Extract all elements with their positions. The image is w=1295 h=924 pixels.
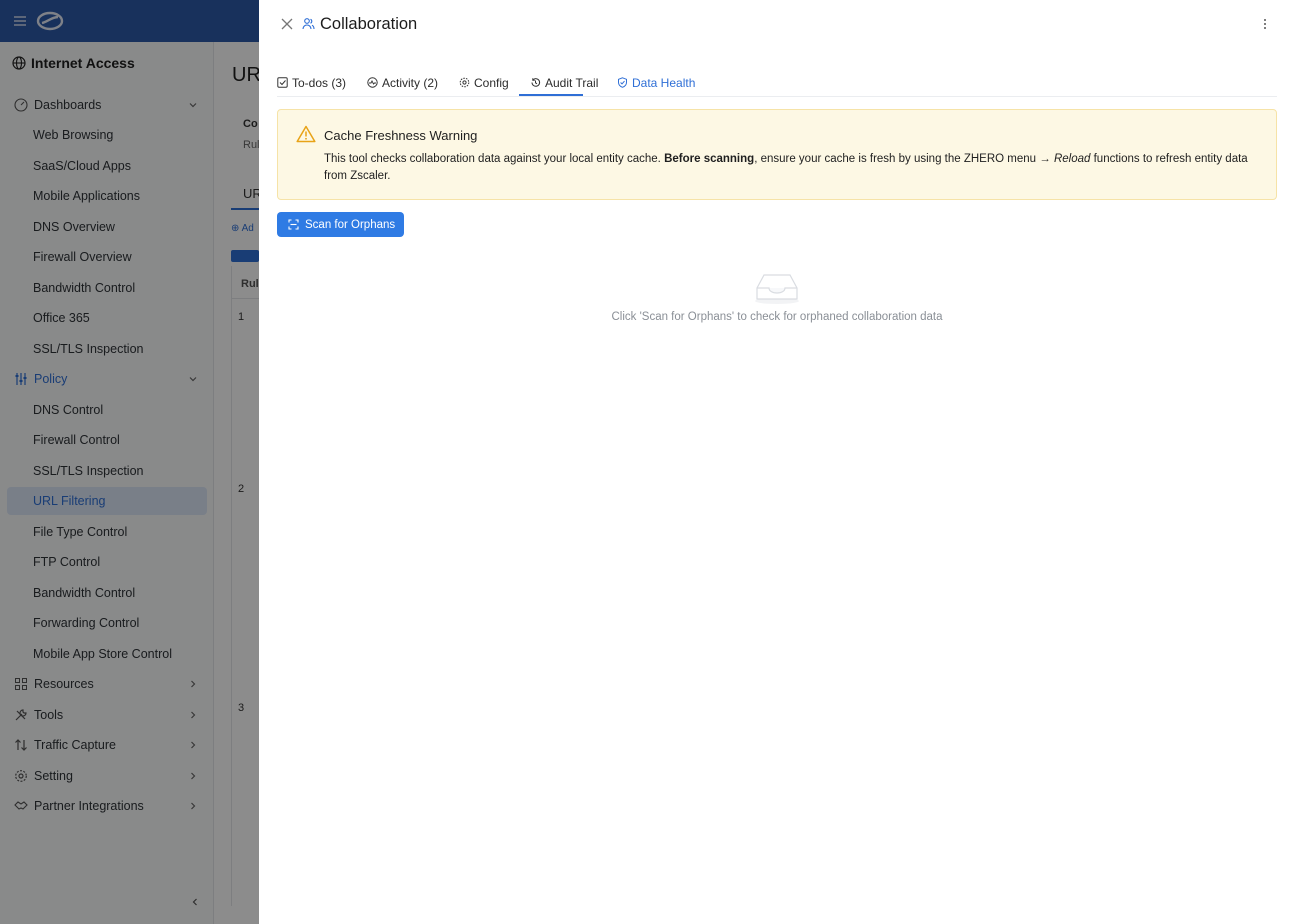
tab-active-underline	[519, 94, 583, 96]
tab-to-dos[interactable]: To-dos (3)	[277, 68, 346, 97]
warning-title: Cache Freshness Warning	[324, 128, 478, 143]
tab-label: Activity (2)	[382, 75, 439, 90]
tab-audit-trail[interactable]: Audit Trail	[530, 68, 598, 97]
empty-inbox-icon	[755, 274, 799, 304]
warning-text: This tool checks collaboration data agai…	[324, 153, 665, 165]
checkbox-icon	[277, 77, 288, 88]
tab-data-health[interactable]: Data Health	[617, 68, 695, 97]
close-icon[interactable]	[281, 18, 293, 30]
tab-label: Data Health	[632, 75, 696, 90]
tab-label: Audit Trail	[545, 75, 599, 90]
activity-icon	[367, 77, 378, 88]
collaboration-drawer: Collaboration To-dos (3) Activity (2) Co…	[259, 0, 1295, 924]
tab-activity[interactable]: Activity (2)	[367, 68, 438, 97]
tab-config[interactable]: Config	[459, 68, 509, 97]
users-icon	[302, 18, 315, 30]
history-icon	[531, 78, 541, 87]
warning-text-italic: Reload	[1053, 153, 1091, 165]
drawer-title: Collaboration	[320, 15, 418, 33]
shield-check-icon	[618, 77, 627, 88]
gear-icon	[459, 77, 470, 88]
warning-triangle-icon	[296, 125, 316, 143]
tab-label: To-dos (3)	[292, 75, 347, 90]
scan-button-label: Scan for Orphans	[305, 218, 396, 231]
cache-warning-alert: Cache Freshness Warning This tool checks…	[277, 109, 1277, 200]
warning-body: This tool checks collaboration data agai…	[324, 151, 1254, 185]
more-options-icon[interactable]	[1259, 17, 1271, 31]
empty-state-text: Click 'Scan for Orphans' to check for or…	[611, 311, 943, 323]
drawer-tabs: To-dos (3) Activity (2) Config Audit Tra…	[277, 68, 1277, 97]
scan-icon	[288, 219, 299, 230]
tab-label: Config	[474, 75, 509, 90]
warning-text-bold: Before scanning	[664, 153, 755, 165]
warning-text: , ensure your cache is fresh by using th…	[754, 153, 1054, 165]
scan-for-orphans-button[interactable]: Scan for Orphans	[277, 212, 404, 237]
